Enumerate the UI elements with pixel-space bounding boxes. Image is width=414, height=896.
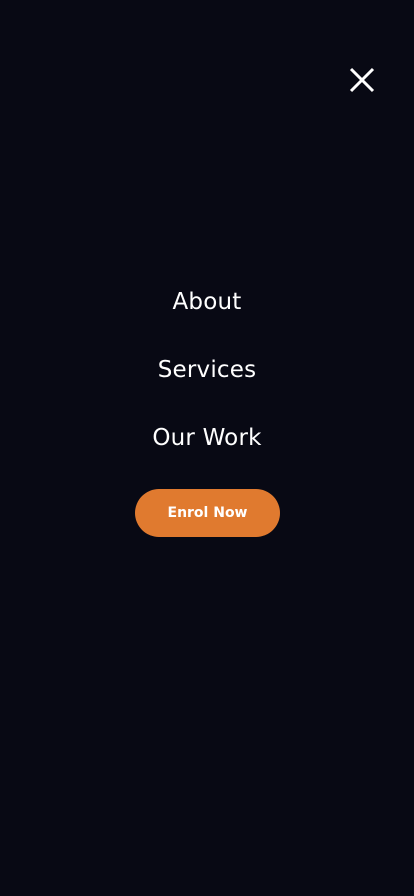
enrol-now-button[interactable]: Enrol Now	[135, 489, 280, 537]
nav-link-about[interactable]: About	[0, 288, 414, 316]
nav-link-our-work[interactable]: Our Work	[0, 424, 414, 452]
mobile-menu-overlay: About Services Our Work Enrol Now	[0, 0, 414, 896]
close-menu-button[interactable]	[344, 62, 380, 98]
nav-link-services[interactable]: Services	[0, 356, 414, 384]
close-icon	[348, 66, 376, 94]
